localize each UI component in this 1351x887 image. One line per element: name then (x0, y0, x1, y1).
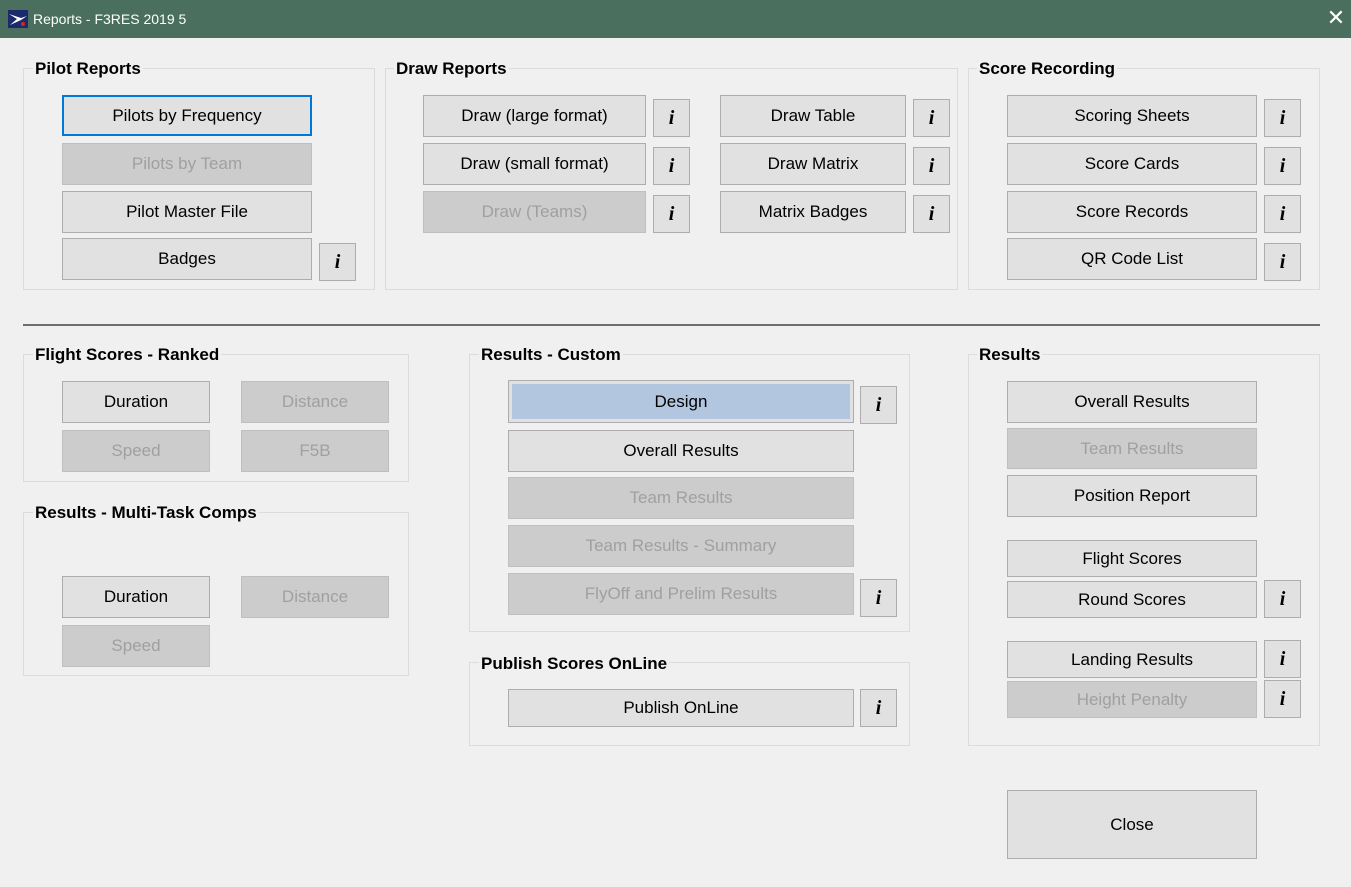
multi-duration-button[interactable]: Duration (62, 576, 210, 618)
window-title: Reports - F3RES 2019 5 (33, 11, 187, 27)
flyoff-prelim-info-icon[interactable]: i (860, 579, 897, 617)
multi-distance-button: Distance (241, 576, 389, 618)
position-report-button[interactable]: Position Report (1007, 475, 1257, 517)
results-custom-title: Results - Custom (479, 345, 623, 365)
flight-scores-ranked-title: Flight Scores - Ranked (33, 345, 222, 365)
window-close-icon[interactable]: ✕ (1321, 0, 1351, 38)
draw-small-info-icon[interactable]: i (653, 147, 690, 185)
pilot-master-file-button[interactable]: Pilot Master File (62, 191, 312, 233)
results-multi-task-title: Results - Multi-Task Comps (33, 503, 259, 523)
f3res-app-icon (8, 10, 28, 28)
draw-table-info-icon[interactable]: i (913, 99, 950, 137)
height-penalty-button: Height Penalty (1007, 681, 1257, 718)
draw-matrix-info-icon[interactable]: i (913, 147, 950, 185)
pilot-reports-title: Pilot Reports (33, 59, 143, 79)
score-recording-title: Score Recording (977, 59, 1118, 79)
overall-results-button[interactable]: Overall Results (1007, 381, 1257, 423)
ranked-f5b-button: F5B (241, 430, 389, 472)
round-scores-button[interactable]: Round Scores (1007, 581, 1257, 618)
flyoff-prelim-results-button: FlyOff and Prelim Results (508, 573, 854, 615)
publish-online-button[interactable]: Publish OnLine (508, 689, 854, 727)
draw-small-format-button[interactable]: Draw (small format) (423, 143, 646, 185)
pilots-by-team-button: Pilots by Team (62, 143, 312, 185)
score-cards-button[interactable]: Score Cards (1007, 143, 1257, 185)
qr-code-list-info-icon[interactable]: i (1264, 243, 1301, 281)
badges-button[interactable]: Badges (62, 238, 312, 280)
publish-online-info-icon[interactable]: i (860, 689, 897, 727)
draw-large-format-button[interactable]: Draw (large format) (423, 95, 646, 137)
results-title: Results (977, 345, 1043, 365)
score-records-info-icon[interactable]: i (1264, 195, 1301, 233)
custom-team-results-summary-button: Team Results - Summary (508, 525, 854, 567)
team-results-button: Team Results (1007, 428, 1257, 469)
height-penalty-info-icon[interactable]: i (1264, 680, 1301, 718)
draw-large-info-icon[interactable]: i (653, 99, 690, 137)
custom-team-results-button: Team Results (508, 477, 854, 519)
ranked-speed-button: Speed (62, 430, 210, 472)
round-scores-info-icon[interactable]: i (1264, 580, 1301, 618)
multi-speed-button: Speed (62, 625, 210, 667)
scoring-sheets-info-icon[interactable]: i (1264, 99, 1301, 137)
scoring-sheets-button[interactable]: Scoring Sheets (1007, 95, 1257, 137)
close-button[interactable]: Close (1007, 790, 1257, 859)
score-records-button[interactable]: Score Records (1007, 191, 1257, 233)
score-cards-info-icon[interactable]: i (1264, 147, 1301, 185)
design-button[interactable]: Design (508, 380, 854, 423)
section-divider (23, 324, 1320, 326)
draw-teams-button: Draw (Teams) (423, 191, 646, 233)
design-button-label: Design (512, 384, 850, 419)
ranked-distance-button: Distance (241, 381, 389, 423)
custom-overall-results-button[interactable]: Overall Results (508, 430, 854, 472)
draw-table-button[interactable]: Draw Table (720, 95, 906, 137)
draw-reports-title: Draw Reports (394, 59, 509, 79)
landing-results-info-icon[interactable]: i (1264, 640, 1301, 678)
ranked-duration-button[interactable]: Duration (62, 381, 210, 423)
matrix-badges-info-icon[interactable]: i (913, 195, 950, 233)
design-info-icon[interactable]: i (860, 386, 897, 424)
badges-info-icon[interactable]: i (319, 243, 356, 281)
landing-results-button[interactable]: Landing Results (1007, 641, 1257, 678)
draw-teams-info-icon[interactable]: i (653, 195, 690, 233)
publish-scores-title: Publish Scores OnLine (479, 654, 670, 674)
draw-matrix-button[interactable]: Draw Matrix (720, 143, 906, 185)
matrix-badges-button[interactable]: Matrix Badges (720, 191, 906, 233)
pilots-by-frequency-button[interactable]: Pilots by Frequency (62, 95, 312, 136)
flight-scores-button[interactable]: Flight Scores (1007, 540, 1257, 577)
qr-code-list-button[interactable]: QR Code List (1007, 238, 1257, 280)
title-bar: Reports - F3RES 2019 5 ✕ (0, 0, 1351, 38)
